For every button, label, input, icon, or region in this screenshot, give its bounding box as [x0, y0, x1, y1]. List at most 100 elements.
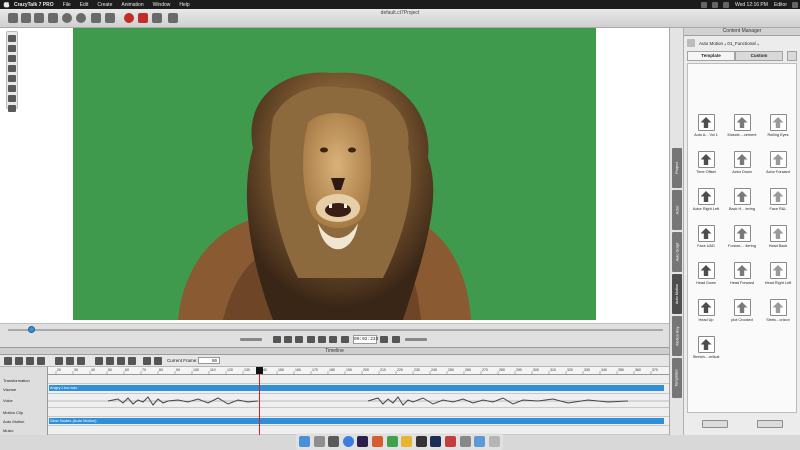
- template-item[interactable]: Face U&D: [690, 225, 722, 255]
- music-icon[interactable]: [15, 357, 23, 365]
- time-display[interactable]: 00:02:233: [353, 335, 378, 344]
- tab-motion-key[interactable]: Motion Key: [672, 316, 682, 356]
- save-icon[interactable]: [34, 13, 44, 23]
- folder-icon[interactable]: [474, 436, 486, 447]
- image-icon[interactable]: [48, 13, 58, 23]
- camera-icon[interactable]: [392, 336, 400, 343]
- track-transformation[interactable]: [48, 375, 669, 384]
- numbers-icon[interactable]: [386, 436, 398, 447]
- timeline-stop-icon[interactable]: [154, 357, 162, 365]
- menu-edit[interactable]: Edit: [80, 2, 89, 8]
- tab-project[interactable]: Project: [672, 148, 682, 188]
- photoshop-icon[interactable]: [430, 436, 442, 447]
- template-item[interactable]: Rolling Eyes: [762, 114, 794, 144]
- list-view-icon[interactable]: [77, 357, 85, 365]
- play-icon[interactable]: [295, 336, 303, 343]
- prev-frame-icon[interactable]: [284, 336, 292, 343]
- redo-icon[interactable]: [8, 105, 16, 112]
- template-item[interactable]: Stretch-...ertical: [690, 336, 722, 366]
- auto-motion-clip[interactable]: Slow Nodes (Auto Motion): [49, 418, 664, 424]
- back-arrow-icon[interactable]: [687, 39, 695, 47]
- scrub-knob[interactable]: [28, 326, 35, 333]
- template-item[interactable]: Actor Down: [726, 151, 758, 181]
- track-label-motion-clip[interactable]: Motion Clip: [0, 410, 48, 415]
- green-screen-stage[interactable]: [73, 28, 596, 320]
- zoom-out-icon[interactable]: [106, 357, 114, 365]
- playhead-line[interactable]: [259, 367, 260, 435]
- open-project-icon[interactable]: [21, 13, 31, 23]
- track-label-music[interactable]: Music: [0, 428, 48, 433]
- track-motion-clip[interactable]: [48, 408, 669, 417]
- add-button[interactable]: [756, 420, 783, 428]
- timeline-ruler[interactable]: 20 30 40 50 60 70 80 90 100 110 120 130 140 150 160 170…: [48, 367, 669, 375]
- terminal-icon[interactable]: [415, 436, 427, 447]
- crazytalk-icon[interactable]: [445, 436, 457, 447]
- battery-icon[interactable]: [722, 1, 729, 8]
- track-voice[interactable]: [48, 394, 669, 408]
- select-icon[interactable]: [8, 45, 16, 52]
- collapse-icon[interactable]: [55, 357, 63, 365]
- tab-templates[interactable]: Templates: [672, 358, 682, 398]
- status-icon[interactable]: [700, 1, 707, 8]
- undo-icon[interactable]: [8, 95, 16, 102]
- download-button[interactable]: [701, 420, 728, 428]
- preview-viewport[interactable]: [0, 28, 669, 323]
- photos-icon[interactable]: [372, 436, 384, 447]
- volume-slider[interactable]: [240, 338, 262, 341]
- playhead-handle[interactable]: [256, 367, 263, 374]
- export-icon[interactable]: [168, 13, 178, 23]
- first-frame-icon[interactable]: [273, 336, 281, 343]
- template-item[interactable]: Head Right Left: [762, 262, 794, 292]
- menubar-clock[interactable]: Wed 12:16 PM: [735, 2, 768, 8]
- voice-icon[interactable]: [37, 357, 45, 365]
- track-label-voice[interactable]: Voice: [0, 398, 48, 403]
- viseme-clip[interactable]: Angry Lion.wav: [49, 385, 664, 391]
- apple-icon[interactable]: [3, 1, 10, 8]
- menu-help[interactable]: Help: [179, 2, 189, 8]
- track-label-auto-motion[interactable]: Auto Motion: [0, 419, 48, 424]
- eye-icon[interactable]: [62, 13, 72, 23]
- background-icon[interactable]: [105, 13, 115, 23]
- tab-actor[interactable]: Actor: [672, 190, 682, 230]
- template-item[interactable]: plot Crooked: [726, 299, 758, 329]
- rotate-icon[interactable]: [8, 65, 16, 72]
- template-item[interactable]: Face R&L: [762, 188, 794, 218]
- track-auto-motion[interactable]: Slow Nodes (Auto Motion): [48, 417, 669, 426]
- new-project-icon[interactable]: [8, 13, 18, 23]
- tab-template[interactable]: Template: [687, 51, 735, 61]
- zoom-in-icon[interactable]: [95, 357, 103, 365]
- spotlight-icon[interactable]: [792, 1, 798, 8]
- mouth-icon[interactable]: [76, 13, 86, 23]
- tab-menu-icon[interactable]: [787, 51, 797, 61]
- notes-icon[interactable]: [401, 436, 413, 447]
- current-frame-input[interactable]: 86: [198, 357, 220, 364]
- path-breadcrumb[interactable]: Auto Motion ₄ 01_Functional ₄: [699, 41, 759, 46]
- safari-icon[interactable]: [342, 436, 354, 447]
- scrub-track[interactable]: [8, 329, 663, 331]
- track-label-transformation[interactable]: Transformation: [0, 378, 48, 383]
- menu-file[interactable]: File: [63, 2, 71, 8]
- track-viseme[interactable]: Angry Lion.wav: [48, 384, 669, 394]
- grid-view-icon[interactable]: [66, 357, 74, 365]
- motion-icon[interactable]: [26, 357, 34, 365]
- launchpad-icon[interactable]: [313, 436, 325, 447]
- time-unit-icon[interactable]: [380, 336, 388, 343]
- template-item[interactable]: Back H... tering: [726, 188, 758, 218]
- trash-icon[interactable]: [488, 436, 500, 447]
- tab-auto-script[interactable]: Auto Script: [672, 232, 682, 272]
- menu-animation[interactable]: Animation: [121, 2, 143, 8]
- stop-icon[interactable]: [307, 336, 315, 343]
- tab-auto-motion[interactable]: Auto Motion: [672, 274, 682, 314]
- move-icon[interactable]: [8, 55, 16, 62]
- finder-icon[interactable]: [299, 436, 310, 447]
- template-item[interactable]: Time Offset: [690, 151, 722, 181]
- template-item[interactable]: Head Back: [762, 225, 794, 255]
- speed-slider[interactable]: [405, 338, 427, 341]
- template-item[interactable]: Forwar-... tiering: [726, 225, 758, 255]
- last-frame-icon[interactable]: [329, 336, 337, 343]
- template-item[interactable]: Head Down: [690, 262, 722, 292]
- puppet-icon[interactable]: [138, 13, 148, 23]
- template-item[interactable]: Stretc...orizon: [762, 299, 794, 329]
- menubar-user[interactable]: Editor: [774, 2, 787, 8]
- record-icon[interactable]: [124, 13, 134, 23]
